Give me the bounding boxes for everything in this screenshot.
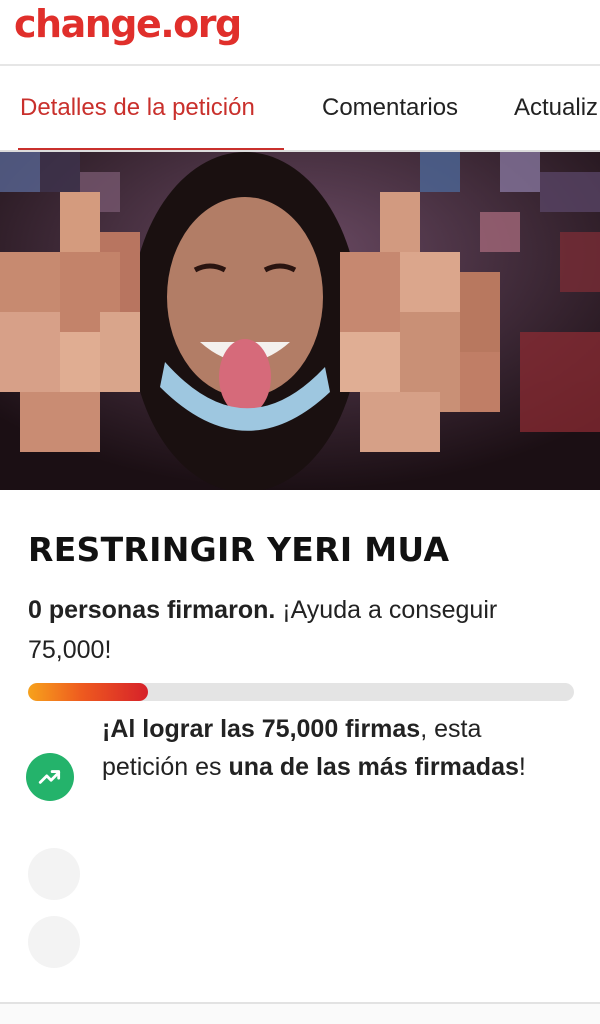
signature-count: 0 personas firmaron. ¡Ayuda a conseguir … bbox=[28, 590, 578, 670]
signature-progress-bar bbox=[28, 683, 574, 701]
milestone-callout: ¡Al lograr las 75,000 firmas, esta petic… bbox=[26, 708, 586, 832]
tab-updates[interactable]: Actualiz bbox=[514, 94, 598, 122]
milestone-text-2: Al lograr las 75,000 firmas bbox=[110, 715, 421, 743]
milestone-text-5: ! bbox=[518, 753, 526, 781]
petition-title: RESTRINGIR YERI MUA bbox=[28, 530, 450, 569]
signature-count-bold: 0 personas firmaron. bbox=[28, 596, 276, 624]
petition-photo bbox=[0, 152, 600, 490]
milestone-text: ¡Al lograr las 75,000 firmas, esta petic… bbox=[102, 710, 562, 786]
loading-placeholder bbox=[28, 848, 80, 900]
tab-details[interactable]: Detalles de la petición bbox=[20, 94, 255, 122]
change-org-logo[interactable]: change.org bbox=[14, 2, 242, 46]
photo-illustration bbox=[0, 152, 600, 490]
tab-bar: Detalles de la petición Comentarios Actu… bbox=[0, 66, 600, 152]
bottom-bar bbox=[0, 1002, 600, 1024]
milestone-text-4: una de las más firmadas bbox=[228, 753, 519, 781]
progress-fill bbox=[28, 683, 149, 701]
trending-up-glyph bbox=[38, 770, 61, 784]
loading-placeholder bbox=[28, 916, 80, 968]
app-header: change.org bbox=[0, 0, 600, 66]
trending-up-icon bbox=[26, 753, 74, 801]
tab-comments[interactable]: Comentarios bbox=[322, 94, 458, 122]
